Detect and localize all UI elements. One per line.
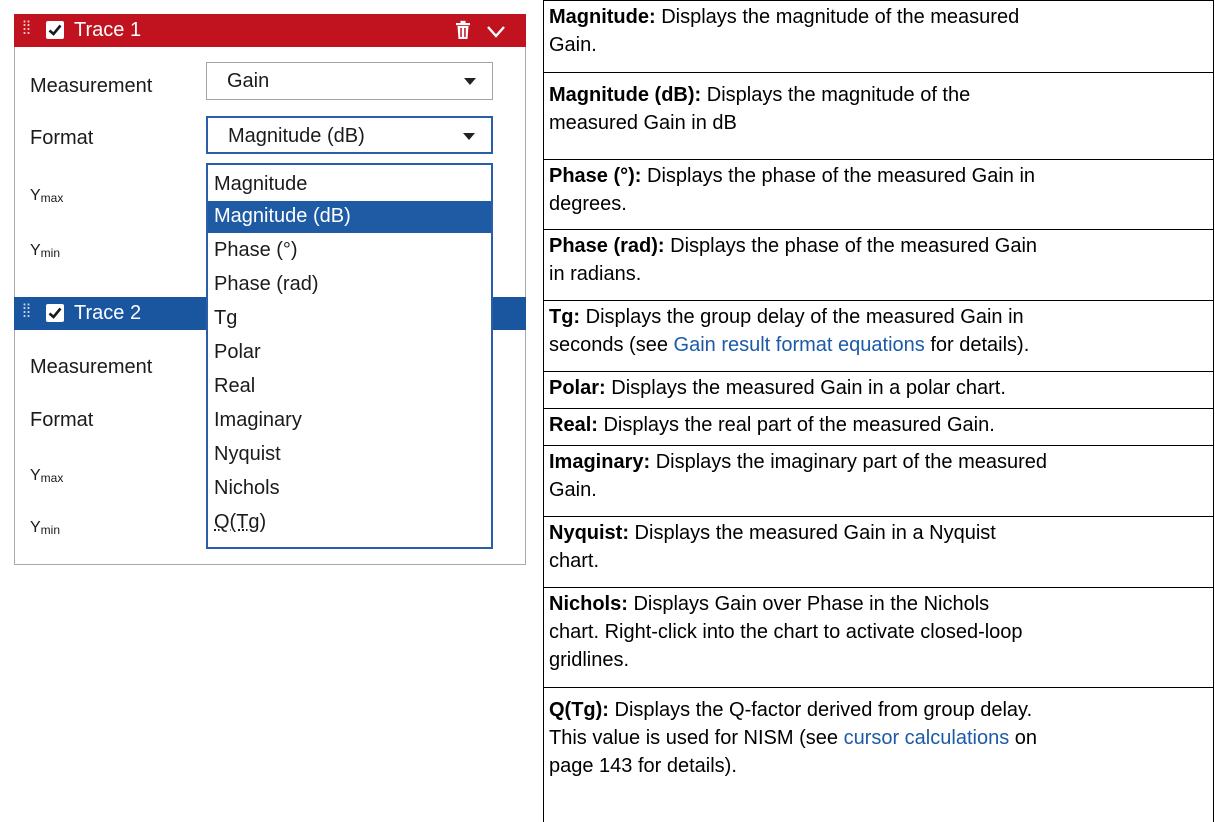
document-table: ⁞⁞ Trace 1 Measurement Gain Format Magni… bbox=[0, 0, 1215, 822]
drag-handle-icon[interactable]: ⁞⁞ bbox=[22, 301, 31, 322]
dropdown-arrow-icon bbox=[464, 78, 476, 85]
dropdown-option[interactable]: Polar bbox=[208, 337, 491, 369]
description-cell-phase-rad: Phase (rad): Displays the phase of the m… bbox=[543, 229, 1214, 300]
description-cell-magnitude-db: Magnitude (dB): Displays the magnitude o… bbox=[543, 72, 1214, 159]
chevron-down-icon[interactable] bbox=[486, 22, 506, 45]
format-value: Magnitude (dB) bbox=[228, 125, 365, 147]
trace-1-measurement-label: Measurement bbox=[30, 75, 153, 97]
trace-1-ymax-label: Ymax bbox=[30, 187, 64, 205]
dropdown-option[interactable]: Nichols bbox=[208, 473, 491, 505]
dropdown-option-selected[interactable]: Magnitude (dB) bbox=[208, 201, 491, 233]
trace-1-format-label: Format bbox=[30, 127, 94, 149]
description-cell-real: Real: Displays the real part of the meas… bbox=[543, 408, 1214, 445]
trash-icon[interactable] bbox=[454, 20, 472, 46]
dropdown-option[interactable]: Real bbox=[208, 371, 491, 403]
cursor-calculations-link[interactable]: cursor calculations bbox=[844, 727, 1010, 749]
trace-2-title: Trace 2 bbox=[74, 302, 142, 324]
description-cell-imaginary: Imaginary: Displays the imaginary part o… bbox=[543, 445, 1214, 516]
trace-2-enable-checkbox[interactable] bbox=[46, 304, 64, 322]
dropdown-arrow-icon bbox=[463, 133, 475, 140]
gain-result-format-equations-link[interactable]: Gain result format equations bbox=[674, 334, 925, 356]
trace-1-format-select[interactable]: Magnitude (dB) bbox=[206, 116, 493, 154]
dropdown-option[interactable]: Q(Tg) bbox=[208, 507, 491, 539]
dropdown-option[interactable]: Nyquist bbox=[208, 439, 491, 471]
description-cell-polar: Polar: Displays the measured Gain in a p… bbox=[543, 371, 1214, 408]
dropdown-option[interactable]: Tg bbox=[208, 303, 491, 335]
description-cell-tg: Tg: Displays the group delay of the meas… bbox=[543, 300, 1214, 371]
description-cell-nyquist: Nyquist: Displays the measured Gain in a… bbox=[543, 516, 1214, 587]
dropdown-option[interactable]: Imaginary bbox=[208, 405, 491, 437]
trace-1-ymin-label: Ymin bbox=[30, 242, 61, 260]
trace-1-header[interactable]: ⁞⁞ Trace 1 bbox=[14, 14, 526, 47]
dropdown-option[interactable]: Magnitude bbox=[208, 169, 491, 201]
description-cell-magnitude: Magnitude: Displays the magnitude of the… bbox=[543, 0, 1214, 72]
trace-1-title: Trace 1 bbox=[74, 19, 142, 41]
dropdown-option[interactable]: Phase (°) bbox=[208, 235, 491, 267]
drag-handle-icon[interactable]: ⁞⁞ bbox=[22, 18, 31, 39]
dropdown-option[interactable]: Phase (rad) bbox=[208, 269, 491, 301]
description-cell-phase-deg: Phase (°): Displays the phase of the mea… bbox=[543, 159, 1214, 229]
trace-1-enable-checkbox[interactable] bbox=[46, 21, 64, 39]
trace-2-format-label: Format bbox=[30, 409, 94, 431]
trace-2-measurement-label: Measurement bbox=[30, 356, 153, 378]
measurement-value: Gain bbox=[227, 70, 270, 92]
description-cell-q-tg: Q(Tg): Displays the Q-factor derived fro… bbox=[543, 687, 1214, 822]
description-cell-nichols: Nichols: Displays Gain over Phase in the… bbox=[543, 587, 1214, 687]
trace-2-ymin-label: Ymin bbox=[30, 519, 61, 537]
trace-2-ymax-label: Ymax bbox=[30, 467, 64, 485]
format-dropdown-list[interactable]: Magnitude Magnitude (dB) Phase (°) Phase… bbox=[206, 163, 493, 549]
trace-1-measurement-select[interactable]: Gain bbox=[206, 62, 493, 100]
